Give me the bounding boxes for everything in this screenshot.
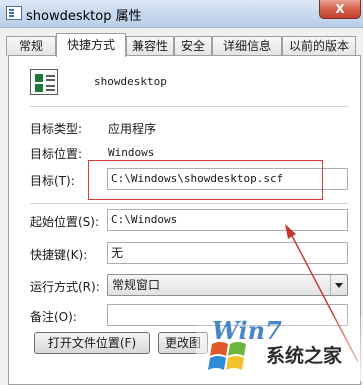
- shortcut-key-label: 快捷键(K):: [30, 248, 88, 262]
- tab-compatibility[interactable]: 兼容性: [126, 36, 174, 56]
- comment-label: 备注(O):: [30, 310, 77, 324]
- run-select-value: 常规窗口: [112, 278, 161, 292]
- target-highlight-box: [88, 160, 323, 200]
- window-title: showdesktop 属性: [26, 9, 142, 24]
- watermark-site-name: 系统之家: [266, 345, 343, 367]
- properties-window-icon: [6, 6, 22, 20]
- tab-general[interactable]: 常规: [6, 36, 56, 56]
- divider: [30, 106, 348, 107]
- run-label: 运行方式(R):: [30, 280, 100, 294]
- tab-details[interactable]: 详细信息: [212, 36, 282, 56]
- title-bar[interactable]: showdesktop 属性 X: [0, 0, 363, 28]
- tab-security[interactable]: 安全: [174, 36, 212, 56]
- start-in-input[interactable]: C:\Windows: [107, 209, 348, 231]
- shortcut-key-input[interactable]: 无: [107, 242, 348, 264]
- close-button[interactable]: X: [319, 0, 361, 19]
- start-in-label: 起始位置(S):: [30, 215, 100, 229]
- divider: [30, 203, 348, 204]
- shortcut-name: showdesktop: [94, 75, 167, 88]
- target-location-value: Windows: [108, 146, 155, 159]
- tab-strip: 常规 快捷方式 兼容性 安全 详细信息 以前的版本: [0, 29, 363, 57]
- target-type-label: 目标类型:: [30, 122, 83, 136]
- chevron-down-icon: [330, 275, 347, 295]
- target-type-value: 应用程序: [108, 122, 157, 136]
- target-location-label: 目标位置:: [30, 147, 83, 161]
- program-icon: [30, 69, 58, 95]
- tab-shortcut[interactable]: 快捷方式: [56, 33, 126, 57]
- tab-previous-versions[interactable]: 以前的版本: [282, 36, 356, 56]
- open-file-location-button[interactable]: 打开文件位置(F): [34, 332, 150, 354]
- target-label: 目标(T):: [30, 174, 75, 188]
- run-select[interactable]: 常规窗口: [107, 274, 348, 296]
